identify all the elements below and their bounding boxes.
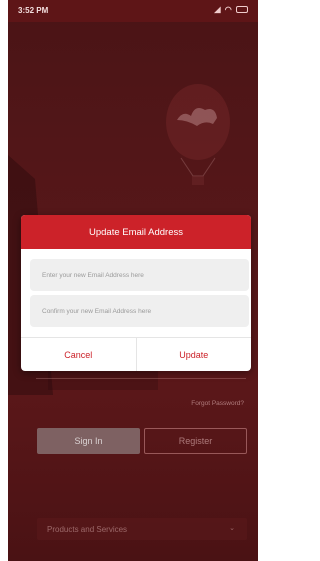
register-button[interactable]: Register <box>144 428 247 454</box>
generali-balloon-logo <box>166 84 230 185</box>
chevron-down-icon: ⌄ <box>229 525 235 532</box>
status-icons: ◢ ◠ <box>214 5 248 14</box>
phone-screen: 3:52 PM ◢ ◠ Forgot Password? Sign In Reg… <box>8 0 258 561</box>
update-email-dialog: Update Email Address Cancel Update <box>21 215 251 371</box>
status-time: 3:52 PM <box>18 6 49 15</box>
status-bar: 3:52 PM ◢ ◠ <box>8 0 258 22</box>
cancel-button[interactable]: Cancel <box>21 338 136 371</box>
login-field-underline <box>36 378 246 379</box>
products-services-dropdown[interactable]: Products and Services ⌄ <box>37 518 247 540</box>
dialog-header: Update Email Address <box>21 215 251 249</box>
confirm-email-input[interactable] <box>30 295 249 327</box>
new-email-input[interactable] <box>30 259 249 291</box>
forgot-password-link[interactable]: Forgot Password? <box>191 400 244 407</box>
update-button[interactable]: Update <box>135 338 252 371</box>
dialog-title: Update Email Address <box>89 226 183 238</box>
dialog-actions: Cancel Update <box>21 337 251 371</box>
battery-icon <box>236 6 248 14</box>
products-services-label: Products and Services <box>47 524 128 534</box>
wifi-icon: ◠ <box>224 5 233 14</box>
sign-in-button[interactable]: Sign In <box>37 428 140 454</box>
signal-icon: ◢ <box>214 5 222 14</box>
